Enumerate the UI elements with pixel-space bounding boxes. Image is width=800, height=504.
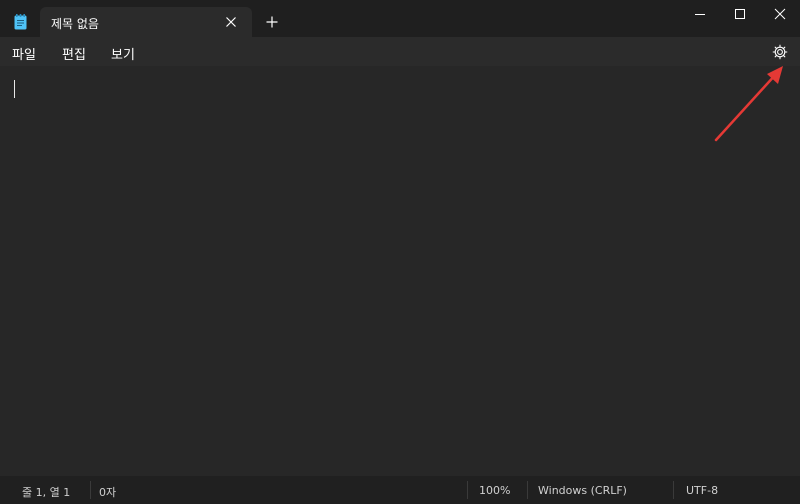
cursor-position: 줄 1, 열 1 (22, 486, 71, 499)
document-tab[interactable]: 제목 없음 (40, 7, 252, 37)
plus-icon[interactable] (262, 12, 282, 32)
line-ending[interactable]: Windows (CRLF) (538, 484, 627, 497)
zoom-level[interactable]: 100% (479, 484, 510, 497)
tab-title: 제목 없음 (51, 17, 99, 31)
menu-edit[interactable]: 편집 (62, 44, 86, 63)
text-editor[interactable] (0, 66, 800, 476)
minimize-button[interactable] (680, 0, 720, 28)
gear-icon[interactable] (770, 42, 790, 62)
maximize-button[interactable] (720, 0, 760, 28)
status-divider (527, 481, 528, 499)
close-icon[interactable] (221, 12, 241, 32)
maximize-icon (735, 9, 745, 19)
menu-view[interactable]: 보기 (111, 44, 135, 63)
status-divider (467, 481, 468, 499)
close-icon (774, 8, 786, 20)
status-divider (673, 481, 674, 499)
character-count: 0자 (99, 486, 117, 499)
encoding[interactable]: UTF-8 (686, 484, 718, 497)
notepad-icon (14, 14, 27, 30)
menu-file[interactable]: 파일 (12, 44, 36, 63)
status-bar: 줄 1, 열 1 0자 100% Windows (CRLF) UTF-8 (0, 476, 800, 504)
menu-bar: 파일 편집 보기 (0, 37, 800, 66)
text-caret (14, 80, 15, 98)
red-arrow (714, 66, 783, 142)
close-window-button[interactable] (760, 0, 800, 28)
title-bar: 제목 없음 (0, 0, 800, 37)
status-divider (90, 481, 91, 499)
minimize-icon (695, 14, 705, 15)
